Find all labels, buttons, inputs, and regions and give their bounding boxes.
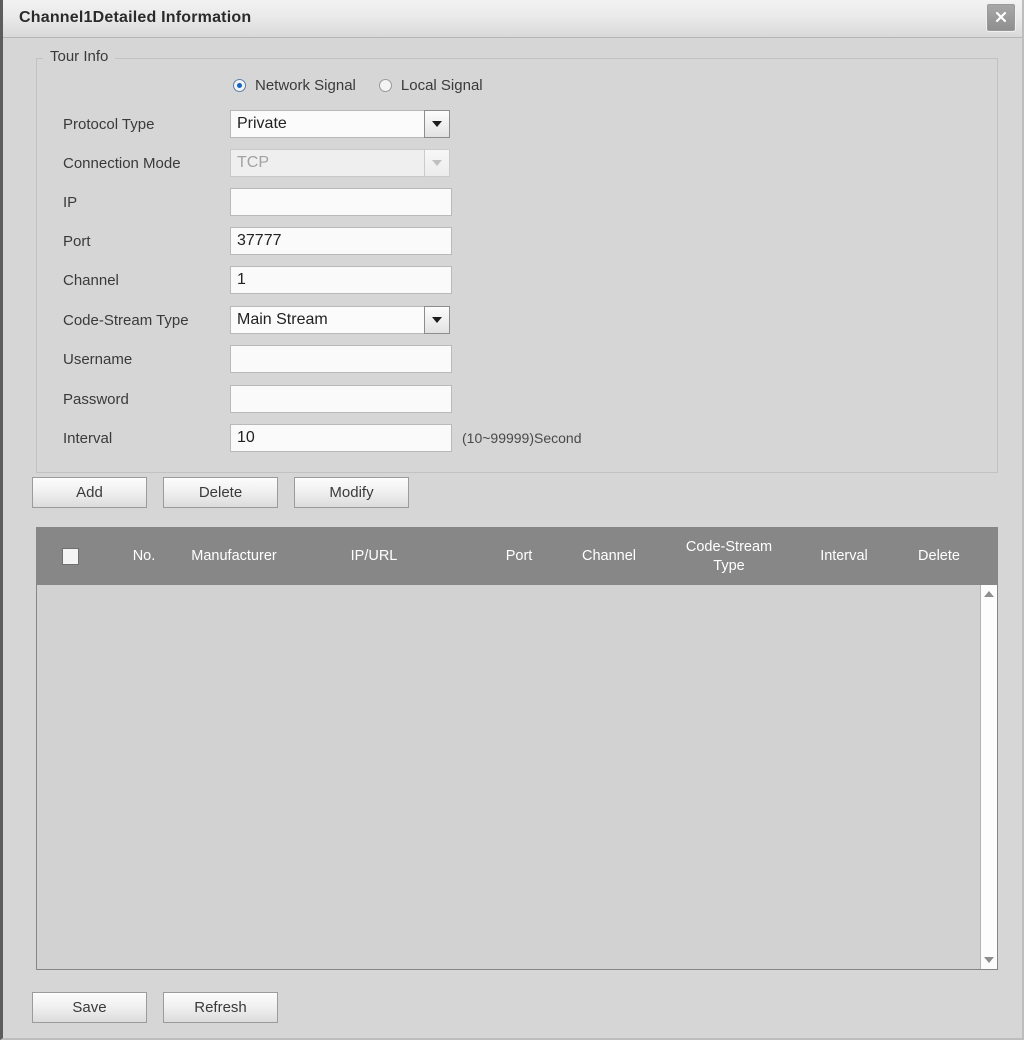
field-interval: Interval (10~99999)Second [63, 424, 582, 452]
select-code-stream-type[interactable]: Main Stream [230, 306, 450, 334]
radio-network-signal[interactable] [233, 79, 246, 92]
delete-button[interactable]: Delete [163, 477, 278, 508]
interval-input[interactable] [230, 424, 452, 452]
scroll-up-icon[interactable] [981, 586, 997, 602]
radio-local-signal[interactable] [378, 79, 392, 92]
ip-input[interactable] [230, 188, 452, 216]
chevron-down-icon[interactable] [424, 306, 450, 334]
dialog-window: Channel1Detailed Information Tour Info N… [0, 0, 1024, 1040]
table-action-bar: Add Delete Modify [32, 477, 409, 508]
signal-source-radio-group: Network Signal Local Signal [233, 77, 497, 94]
select-protocol-type[interactable]: Private [230, 110, 450, 138]
close-button[interactable] [986, 3, 1016, 32]
radio-network-signal-label[interactable]: Network Signal [255, 77, 356, 94]
password-input[interactable] [230, 385, 452, 413]
label-channel: Channel [63, 271, 119, 289]
channel-input[interactable] [230, 266, 452, 294]
chevron-down-icon[interactable] [424, 110, 450, 138]
username-input[interactable] [230, 345, 452, 373]
interval-hint: (10~99999)Second [462, 430, 582, 446]
select-code-stream-type-value: Main Stream [230, 306, 424, 334]
table-header-interval: Interval [820, 548, 868, 564]
label-interval: Interval [63, 429, 113, 447]
label-connection-mode: Connection Mode [63, 154, 181, 172]
select-connection-mode-value: TCP [230, 149, 424, 177]
label-username: Username [63, 350, 133, 368]
table-header-manufacturer: Manufacturer [191, 548, 277, 564]
table-header-code-stream-type: Code-Stream Type [685, 538, 773, 574]
table-header-no: No. [132, 548, 156, 564]
dialog-footer: Save Refresh [32, 992, 278, 1023]
field-protocol-type: Protocol Type Private [63, 110, 450, 138]
field-code-stream-type: Code-Stream Type Main Stream [63, 306, 450, 334]
add-button[interactable]: Add [32, 477, 147, 508]
label-ip: IP [63, 193, 78, 211]
label-password: Password [63, 390, 129, 408]
port-input[interactable] [230, 227, 452, 255]
chevron-down-icon-disabled [424, 149, 450, 177]
label-port: Port [63, 232, 91, 250]
modify-button[interactable]: Modify [294, 477, 409, 508]
table-scrollbar[interactable] [980, 585, 997, 969]
device-table: No. Manufacturer IP/URL Port Channel Cod… [36, 527, 998, 970]
scroll-down-icon[interactable] [981, 952, 997, 968]
save-button[interactable]: Save [32, 992, 147, 1023]
table-header-delete: Delete [918, 548, 960, 564]
field-username: Username [63, 345, 452, 373]
field-ip: IP [63, 188, 452, 216]
field-connection-mode: Connection Mode TCP [63, 149, 450, 177]
field-password: Password [63, 385, 452, 413]
label-code-stream-type: Code-Stream Type [63, 311, 189, 329]
label-protocol-type: Protocol Type [63, 115, 155, 133]
table-header-row: No. Manufacturer IP/URL Port Channel Cod… [37, 528, 997, 585]
refresh-button[interactable]: Refresh [163, 992, 278, 1023]
title-bar: Channel1Detailed Information [3, 0, 1022, 38]
close-icon [995, 11, 1007, 23]
tour-info-legend: Tour Info [43, 48, 116, 65]
table-body [37, 585, 997, 969]
select-connection-mode: TCP [230, 149, 450, 177]
field-channel: Channel [63, 266, 452, 294]
field-port: Port [63, 227, 452, 255]
select-protocol-type-value: Private [230, 110, 424, 138]
dialog-title: Channel1Detailed Information [19, 9, 252, 26]
table-header-ip-url: IP/URL [350, 548, 398, 564]
table-header-channel: Channel [581, 548, 636, 564]
radio-local-signal-label[interactable]: Local Signal [401, 77, 483, 94]
select-all-checkbox[interactable] [62, 548, 79, 565]
